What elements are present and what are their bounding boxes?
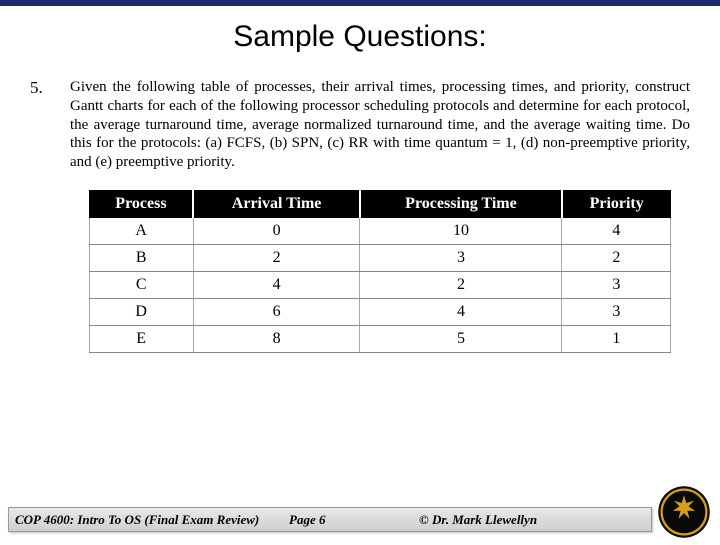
cell-process: D bbox=[89, 298, 193, 325]
question-body: Given the following table of processes, … bbox=[70, 78, 690, 353]
cell-priority: 2 bbox=[562, 244, 671, 271]
ucf-logo-icon bbox=[656, 484, 712, 540]
cell-processing: 3 bbox=[360, 244, 562, 271]
footer-page: Page 6 bbox=[289, 512, 409, 528]
table-header-row: Process Arrival Time Processing Time Pri… bbox=[89, 190, 671, 217]
table-row: D 6 4 3 bbox=[89, 298, 671, 325]
table-row: A 0 10 4 bbox=[89, 217, 671, 244]
cell-process: C bbox=[89, 271, 193, 298]
cell-priority: 3 bbox=[562, 271, 671, 298]
table-row: C 4 2 3 bbox=[89, 271, 671, 298]
question-text: Given the following table of processes, … bbox=[70, 78, 690, 172]
question-number: 5. bbox=[30, 78, 70, 353]
cell-arrival: 2 bbox=[193, 244, 360, 271]
cell-processing: 2 bbox=[360, 271, 562, 298]
process-table: Process Arrival Time Processing Time Pri… bbox=[89, 190, 672, 353]
col-priority: Priority bbox=[562, 190, 671, 217]
cell-arrival: 4 bbox=[193, 271, 360, 298]
cell-priority: 4 bbox=[562, 217, 671, 244]
cell-processing: 4 bbox=[360, 298, 562, 325]
table-row: B 2 3 2 bbox=[89, 244, 671, 271]
question-block: 5. Given the following table of processe… bbox=[0, 78, 720, 353]
cell-process: B bbox=[89, 244, 193, 271]
col-arrival: Arrival Time bbox=[193, 190, 360, 217]
col-process: Process bbox=[89, 190, 193, 217]
slide-footer: COP 4600: Intro To OS (Final Exam Review… bbox=[0, 500, 720, 540]
cell-priority: 3 bbox=[562, 298, 671, 325]
cell-process: A bbox=[89, 217, 193, 244]
cell-processing: 10 bbox=[360, 217, 562, 244]
cell-processing: 5 bbox=[360, 325, 562, 352]
slide-top-border bbox=[0, 0, 720, 6]
cell-arrival: 0 bbox=[193, 217, 360, 244]
table-row: E 8 5 1 bbox=[89, 325, 671, 352]
footer-course: COP 4600: Intro To OS (Final Exam Review… bbox=[9, 512, 289, 528]
cell-arrival: 6 bbox=[193, 298, 360, 325]
footer-bar: COP 4600: Intro To OS (Final Exam Review… bbox=[8, 507, 652, 532]
footer-author: © Dr. Mark Llewellyn bbox=[409, 512, 651, 528]
cell-priority: 1 bbox=[562, 325, 671, 352]
slide-title: Sample Questions: bbox=[0, 20, 720, 54]
cell-process: E bbox=[89, 325, 193, 352]
cell-arrival: 8 bbox=[193, 325, 360, 352]
col-processing: Processing Time bbox=[360, 190, 562, 217]
